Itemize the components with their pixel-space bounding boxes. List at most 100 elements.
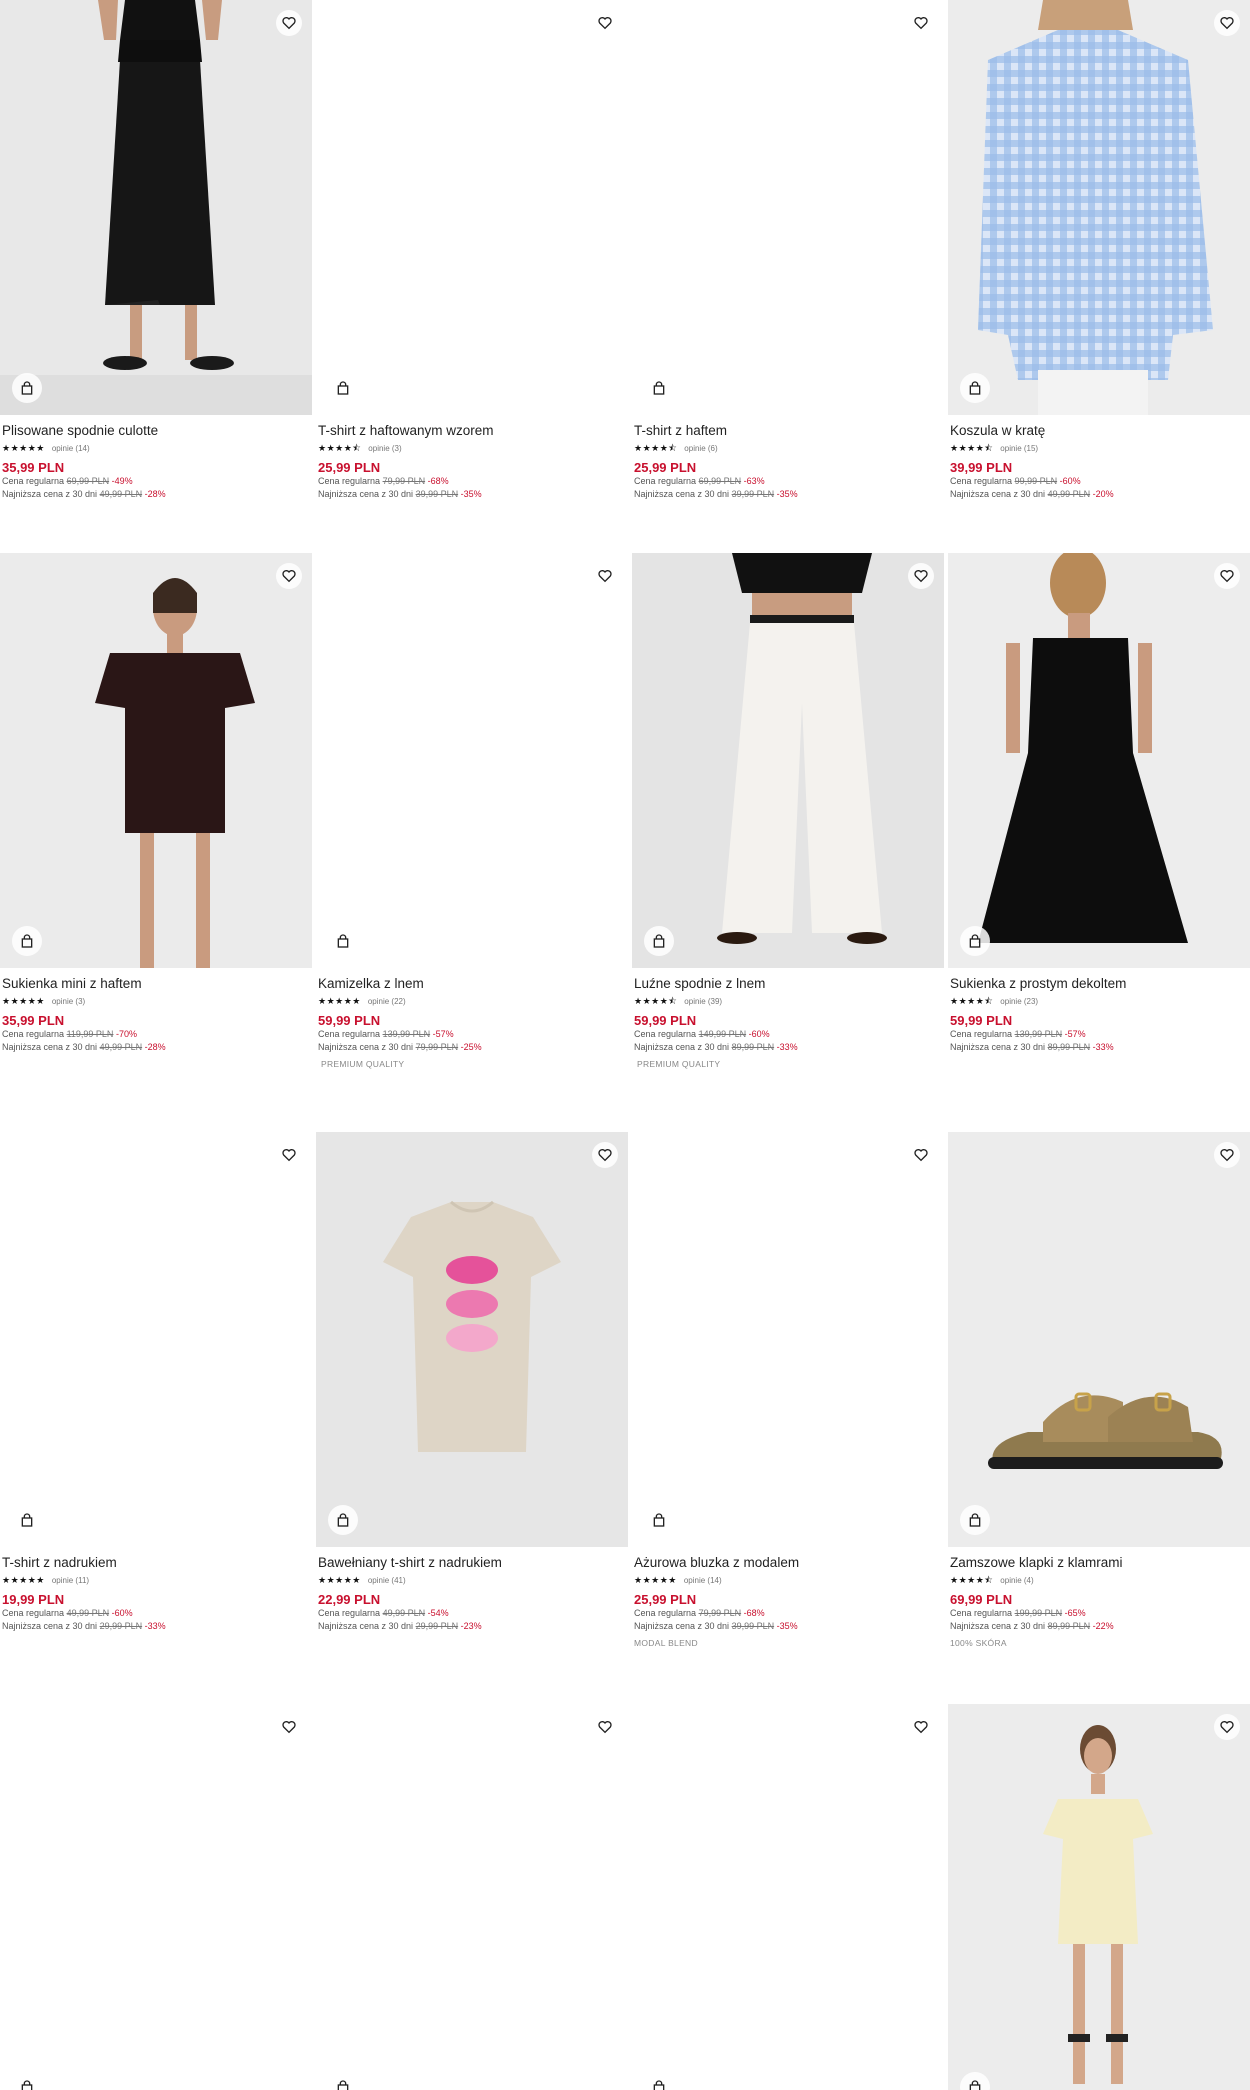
wishlist-heart-icon[interactable] [1214, 1142, 1240, 1168]
review-count: opinie (41) [367, 1575, 406, 1585]
add-to-bag-icon[interactable] [644, 2072, 674, 2090]
product-name[interactable]: Sukienka mini z haftem [2, 975, 310, 992]
add-to-bag-icon[interactable] [644, 926, 674, 956]
product-image[interactable] [632, 553, 944, 968]
product-image[interactable] [0, 1132, 312, 1547]
product-card[interactable]: Ażurowa bluzka z modalem ★★★★★ opinie (1… [632, 1132, 944, 1648]
wishlist-heart-icon[interactable] [276, 563, 302, 589]
add-to-bag-icon[interactable] [960, 373, 990, 403]
product-card[interactable]: Luźne spodnie z lnem ★★★★⯪ opinie (39) 5… [632, 553, 944, 1069]
product-image[interactable] [0, 0, 312, 415]
product-photo-checked-shirt [948, 0, 1250, 415]
wishlist-heart-icon[interactable] [276, 1142, 302, 1168]
regular-price-line: Cena regularna 69,99 PLN -49% [2, 476, 133, 486]
product-rating: ★★★★★ opinie (41) [318, 1574, 626, 1586]
add-to-bag-icon[interactable] [12, 926, 42, 956]
product-name[interactable]: Sukienka z prostym dekoltem [950, 975, 1248, 992]
wishlist-heart-icon[interactable] [1214, 563, 1240, 589]
regular-price-line: Cena regularna 99,99 PLN -60% [950, 476, 1081, 486]
product-card[interactable]: Plisowane spodnie culotte ★★★★★ opinie (… [0, 0, 312, 501]
add-to-bag-icon[interactable] [960, 926, 990, 956]
product-rating: ★★★★★ opinie (14) [2, 442, 310, 454]
product-rating: ★★★★★ opinie (14) [634, 1574, 942, 1586]
add-to-bag-icon[interactable] [12, 373, 42, 403]
review-count: opinie (39) [684, 996, 723, 1006]
product-image[interactable] [948, 553, 1250, 968]
product-card[interactable]: Sukienka z prostym dekoltem ★★★★⯪ opinie… [948, 553, 1250, 1054]
wishlist-heart-icon[interactable] [908, 10, 934, 36]
product-image[interactable] [632, 0, 944, 415]
product-name[interactable]: Zamszowe klapki z klamrami [950, 1554, 1248, 1571]
product-image[interactable] [948, 1132, 1250, 1547]
wishlist-heart-icon[interactable] [276, 10, 302, 36]
add-to-bag-icon[interactable] [328, 373, 358, 403]
wishlist-heart-icon[interactable] [592, 10, 618, 36]
product-image[interactable] [632, 1704, 944, 2090]
add-to-bag-icon[interactable] [12, 2072, 42, 2090]
product-name[interactable]: Bawełniany t-shirt z nadrukiem [318, 1554, 626, 1571]
sale-price: 25,99 PLN [634, 460, 697, 475]
product-image[interactable] [0, 553, 312, 968]
wishlist-heart-icon[interactable] [908, 563, 934, 589]
product-image[interactable] [0, 1704, 312, 2090]
add-to-bag-icon[interactable] [12, 1505, 42, 1535]
wishlist-heart-icon[interactable] [1214, 10, 1240, 36]
add-to-bag-icon[interactable] [644, 373, 674, 403]
product-photo-culotte [0, 0, 312, 415]
wishlist-heart-icon[interactable] [1214, 1714, 1240, 1740]
lowest-price-line: Najniższa cena z 30 dni 39,99 PLN -35% [634, 1621, 798, 1631]
add-to-bag-icon[interactable] [644, 1505, 674, 1535]
product-name[interactable]: Ażurowa bluzka z modalem [634, 1554, 942, 1571]
product-card[interactable]: Bawełniany t-shirt z nadrukiem ★★★★★ opi… [316, 1132, 628, 1633]
product-image[interactable] [948, 1704, 1250, 2090]
regular-price-line: Cena regularna 69,99 PLN -63% [634, 476, 765, 486]
product-card[interactable]: T-shirt z haftem ★★★★⯪ opinie (6) 25,99 … [632, 0, 944, 501]
sale-price: 39,99 PLN [950, 460, 1013, 475]
add-to-bag-icon[interactable] [328, 926, 358, 956]
product-name[interactable]: Plisowane spodnie culotte [2, 422, 310, 439]
wishlist-heart-icon[interactable] [908, 1714, 934, 1740]
product-card[interactable] [316, 1704, 628, 2090]
product-name[interactable]: Koszula w kratę [950, 422, 1248, 439]
product-card[interactable] [632, 1704, 944, 2090]
regular-price-line: Cena regularna 199,99 PLN -65% [950, 1608, 1086, 1618]
review-count: opinie (3) [368, 443, 402, 453]
add-to-bag-icon[interactable] [960, 1505, 990, 1535]
product-photo-linen-trousers [632, 553, 944, 968]
product-card[interactable]: T-shirt z nadrukiem ★★★★★ opinie (11) 19… [0, 1132, 312, 1633]
wishlist-heart-icon[interactable] [592, 1714, 618, 1740]
add-to-bag-icon[interactable] [328, 1505, 358, 1535]
wishlist-heart-icon[interactable] [592, 1142, 618, 1168]
product-name[interactable]: Luźne spodnie z lnem [634, 975, 942, 992]
product-image[interactable] [632, 1132, 944, 1547]
rating-stars: ★★★★★ [318, 996, 361, 1006]
product-card[interactable]: Zamszowe klapki z klamrami ★★★★⯪ opinie … [948, 1132, 1250, 1648]
product-name[interactable]: T-shirt z haftem [634, 422, 942, 439]
rating-stars: ★★★★★ [634, 1575, 677, 1585]
rating-stars: ★★★★★ [2, 443, 45, 453]
product-image[interactable] [948, 0, 1250, 415]
product-card[interactable]: Koszula w kratę ★★★★⯪ opinie (15) 39,99 … [948, 0, 1250, 501]
wishlist-heart-icon[interactable] [592, 563, 618, 589]
product-card[interactable]: Kamizelka z lnem ★★★★★ opinie (22) 59,99… [316, 553, 628, 1069]
wishlist-heart-icon[interactable] [276, 1714, 302, 1740]
lowest-price-line: Najniższa cena z 30 dni 89,99 PLN -22% [950, 1621, 1114, 1631]
regular-price-line: Cena regularna 139,99 PLN -57% [950, 1029, 1086, 1039]
product-image[interactable] [316, 0, 628, 415]
product-name[interactable]: T-shirt z nadrukiem [2, 1554, 310, 1571]
product-card[interactable]: Sukienka mini z haftem ★★★★★ opinie (3) … [0, 553, 312, 1054]
product-image[interactable] [316, 1704, 628, 2090]
product-card[interactable] [0, 1704, 312, 2090]
product-name[interactable]: Kamizelka z lnem [318, 975, 626, 992]
add-to-bag-icon[interactable] [328, 2072, 358, 2090]
product-card[interactable]: T-shirt z haftowanym wzorem ★★★★⯪ opinie… [316, 0, 628, 501]
product-card[interactable] [948, 1704, 1250, 2090]
product-tag: MODAL BLEND [634, 1638, 698, 1648]
rating-stars: ★★★★⯪ [318, 443, 362, 453]
review-count: opinie (3) [51, 996, 86, 1006]
product-name[interactable]: T-shirt z haftowanym wzorem [318, 422, 626, 439]
wishlist-heart-icon[interactable] [908, 1142, 934, 1168]
product-tag: PREMIUM QUALITY [637, 1059, 721, 1069]
product-image[interactable] [316, 1132, 628, 1547]
product-image[interactable] [316, 553, 628, 968]
